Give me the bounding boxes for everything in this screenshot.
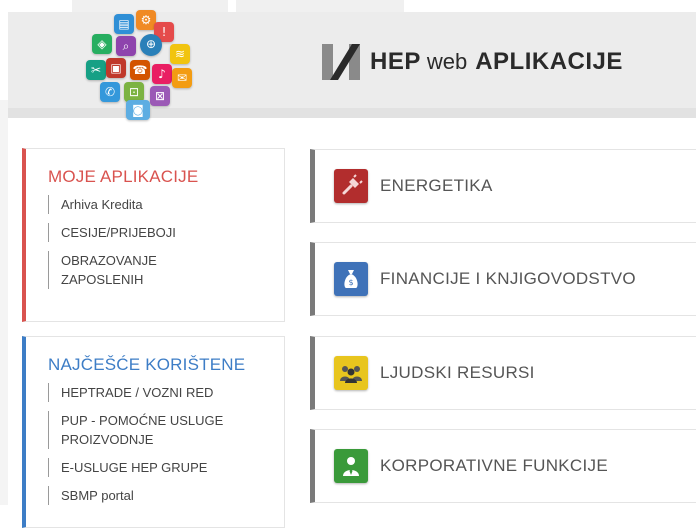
app-link[interactable]: Arhiva Kredita [48, 195, 251, 214]
cart-app-icon: ⊡ [124, 82, 144, 102]
category-label: KORPORATIVNE FUNKCIJE [380, 456, 608, 475]
moje-aplikacije-panel: MOJE APLIKACIJE Arhiva Kredita CESIJE/PR… [22, 148, 285, 322]
category-energetika[interactable]: ENERGETIKA [310, 149, 696, 223]
people-group-icon [334, 356, 368, 390]
app-link[interactable]: HEPTRADE / VOZNI RED [48, 383, 251, 402]
category-label: LJUDSKI RESURSI [380, 363, 535, 382]
brand-hep-text: HEP [370, 48, 421, 75]
left-edge-strip [0, 100, 8, 505]
category-financije[interactable]: $ FINANCIJE I KNJIGOVODSTVO [310, 242, 696, 316]
document-app-icon: ▤ [114, 14, 134, 34]
scissors-app-icon: ✂ [86, 60, 106, 80]
globe-app-icon: ⊕ [140, 34, 162, 56]
music-app-icon: ♪ [152, 64, 172, 84]
moje-aplikacije-title: MOJE APLIKACIJE [48, 167, 199, 186]
category-label: ENERGETIKA [380, 176, 493, 195]
najcesce-koristene-panel: NAJČEŠĆE KORIŠTENE HEPTRADE / VOZNI RED … [22, 336, 285, 528]
app-link[interactable]: OBRAZOVANJE ZAPOSLENIH [48, 251, 171, 289]
moje-aplikacije-list: Arhiva Kredita CESIJE/PRIJEBOJI OBRAZOVA… [48, 195, 284, 289]
search-app-icon: ⌕ [116, 36, 136, 56]
app-link[interactable]: SBMP portal [48, 486, 251, 505]
brand-apps-text: APLIKACIJE [475, 48, 623, 75]
najcesce-koristene-list: HEPTRADE / VOZNI RED PUP - POMOĆNE USLUG… [48, 383, 284, 505]
businessman-icon [334, 449, 368, 483]
mail-app-icon: ✉ [172, 68, 192, 88]
camera-app-icon: ◙ [126, 100, 150, 120]
category-label: FINANCIJE I KNJIGOVODSTVO [380, 269, 636, 288]
map-app-icon: ◈ [92, 34, 112, 54]
app-link[interactable]: CESIJE/PRIJEBOJI [48, 223, 251, 242]
briefcase-app-icon: ▣ [106, 58, 126, 78]
plug-icon [334, 169, 368, 203]
brand-web-text: web [426, 49, 468, 74]
category-korporativne-funkcije[interactable]: KORPORATIVNE FUNKCIJE [310, 429, 696, 503]
brand-title: HEP web APLIKACIJE [322, 42, 623, 82]
lock-app-icon: ⊠ [150, 86, 170, 106]
najcesce-koristene-title: NAJČEŠĆE KORIŠTENE [48, 355, 246, 374]
hep-logo-icon [322, 44, 360, 80]
gear-app-icon: ⚙ [136, 10, 156, 30]
svg-text:$: $ [348, 278, 353, 287]
money-bag-icon: $ [334, 262, 368, 296]
wifi-app-icon: ≋ [170, 44, 190, 64]
category-ljudski-resursi[interactable]: LJUDSKI RESURSI [310, 336, 696, 410]
app-icons-cluster-logo: ▤ ⚙ ! ◈ ⌕ ⊕ ≋ ✂ ▣ ☎ ♪ ✉ ✆ ⊡ ⊠ ◙ [80, 8, 202, 120]
phone-app-icon: ☎ [130, 60, 150, 80]
app-link[interactable]: E-USLUGE HEP GRUPE [48, 458, 251, 477]
top-bar-segment [236, 0, 404, 12]
app-link[interactable]: PUP - POMOĆNE USLUGE PROIZVODNJE [48, 411, 241, 449]
chat-app-icon: ✆ [100, 82, 120, 102]
